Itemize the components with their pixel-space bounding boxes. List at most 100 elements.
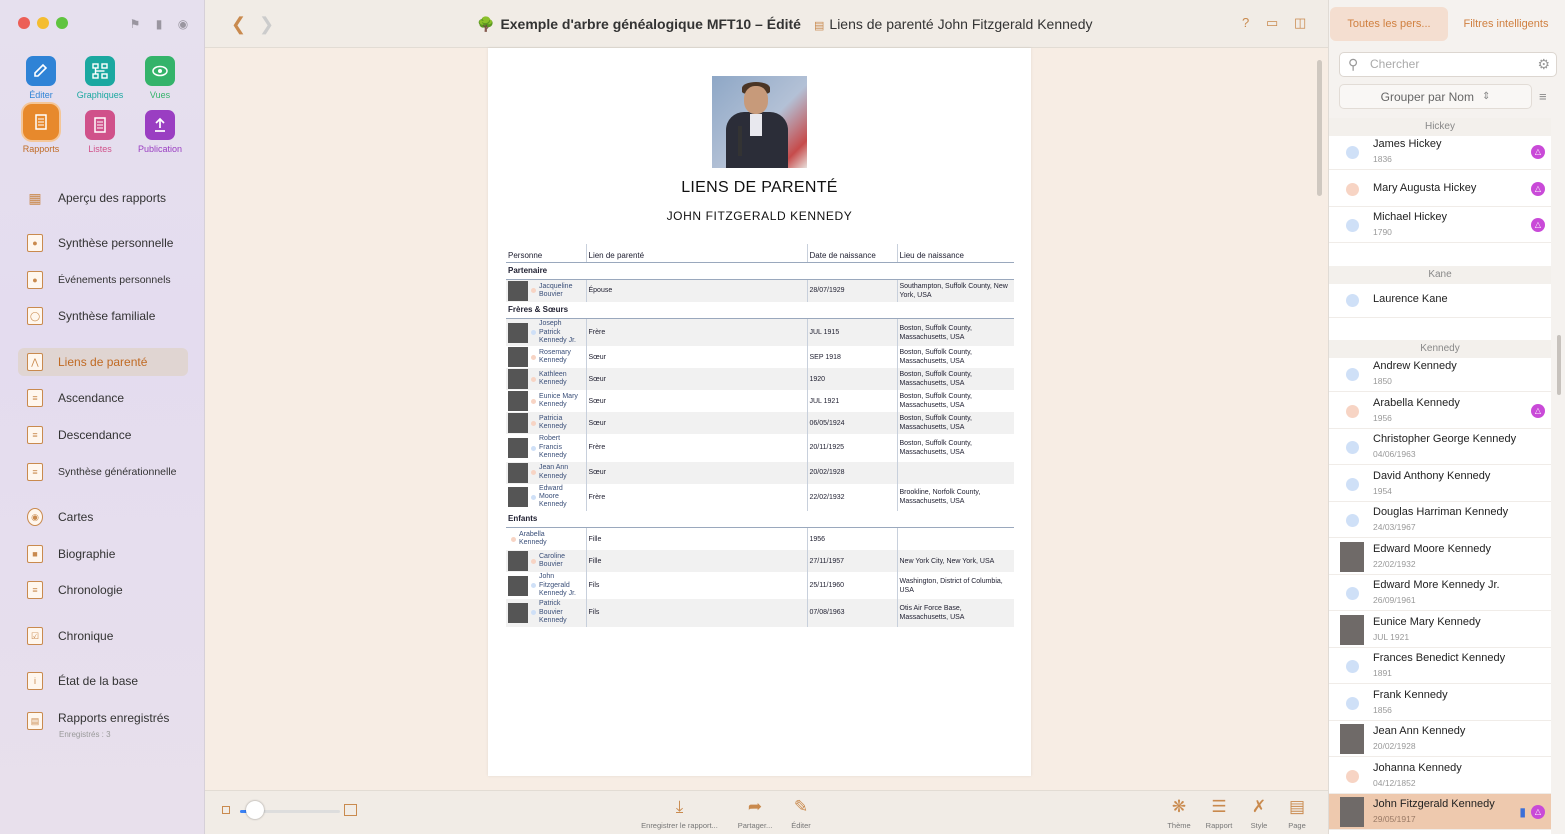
person-cell[interactable]: Kathleen Kennedy — [506, 368, 587, 391]
style-button[interactable]: ✗ Style — [1244, 796, 1274, 830]
sidebar-item-maps[interactable]: ◉ Cartes — [18, 503, 188, 531]
share-button[interactable]: ➦ Partager... — [733, 796, 777, 830]
person-list-item[interactable]: Johanna Kennedy 04/12/1852 — [1329, 758, 1551, 794]
person-list-item[interactable]: Michael Hickey 1790 △ — [1329, 207, 1551, 243]
table-row[interactable]: John Fitzgerald Kennedy Jr. Fils 25/11/196… — [506, 572, 1014, 600]
gear-icon[interactable]: ⚙ — [1537, 56, 1550, 73]
edit-button[interactable]: ✎ Éditer — [785, 796, 817, 830]
tool-reports-button[interactable]: Rapports — [12, 104, 70, 154]
sidebar-item-person-summary[interactable]: ● Synthèse personnelle — [18, 229, 188, 257]
sidebar-item-reports-overview[interactable]: ▦ Aperçu des rapports — [18, 184, 188, 212]
person-cell[interactable]: Edward Moore Kennedy — [506, 483, 587, 511]
table-row[interactable]: Rosemary Kennedy Sœur SEP 1918 Boston, Suff… — [506, 346, 1014, 369]
person-name[interactable]: Jean Ann Kennedy — [539, 464, 581, 481]
person-name[interactable]: John Fitzgerald Kennedy Jr. — [539, 573, 581, 598]
search-input[interactable] — [1370, 57, 1530, 71]
page-settings-button[interactable]: ▤ Page — [1282, 796, 1312, 830]
canvas-scrollbar[interactable] — [1317, 60, 1322, 196]
person-list-item[interactable]: Edward More Kennedy Jr. 26/09/1961 — [1329, 575, 1551, 611]
help-icon[interactable]: ? — [1242, 15, 1249, 30]
table-row[interactable]: Joseph Patrick Kennedy Jr. Frère JUL 1915 B… — [506, 318, 1014, 347]
sidebar-item-ancestors[interactable]: ≡ Ascendance — [18, 384, 188, 412]
table-row[interactable]: Kathleen Kennedy Sœur 1920 Boston, Suffolk … — [506, 368, 1014, 391]
person-list-item[interactable]: Arabella Kennedy 1956 △ — [1329, 393, 1551, 429]
person-list-item[interactable]: Christopher George Kennedy 04/06/1963 — [1329, 429, 1551, 465]
tool-charts-button[interactable]: Graphiques — [71, 56, 129, 100]
table-row[interactable]: Arabella Kennedy Fille 1956 — [506, 527, 1014, 551]
search-field[interactable]: ⚲ ⚙ — [1339, 52, 1557, 77]
person-name[interactable]: Eunice Mary Kennedy — [539, 393, 581, 410]
group-by-select[interactable]: Grouper par Nom ⇕ — [1339, 84, 1532, 109]
sidebar-item-descendants[interactable]: ≡ Descendance — [18, 421, 188, 449]
tool-views-button[interactable]: Vues — [131, 56, 189, 100]
person-cell[interactable]: Arabella Kennedy — [506, 527, 587, 551]
chevron-right-icon[interactable]: ❯ — [259, 14, 274, 35]
persons-list-scrollbar[interactable] — [1557, 335, 1561, 395]
table-row[interactable]: Jean Ann Kennedy Sœur 20/02/1928 — [506, 461, 1014, 484]
zoom-window-button[interactable] — [56, 17, 68, 29]
person-name[interactable]: Patricia Kennedy — [539, 415, 581, 432]
sidebar-item-timeline[interactable]: ≡ Chronologie — [18, 576, 188, 604]
person-name[interactable]: Arabella Kennedy — [519, 531, 561, 548]
tool-lists-button[interactable]: Listes — [71, 110, 129, 154]
person-name[interactable]: Caroline Bouvier — [539, 553, 581, 570]
table-row[interactable]: Patrick Bouvier Kennedy Fils 07/08/1963 Oti… — [506, 599, 1014, 627]
person-cell[interactable]: John Fitzgerald Kennedy Jr. — [506, 572, 587, 600]
zoom-in-icon[interactable] — [344, 804, 357, 816]
report-settings-button[interactable]: ☰ Rapport — [1202, 796, 1236, 830]
person-list-item[interactable]: Eunice Mary Kennedy JUL 1921 — [1329, 612, 1551, 648]
theme-button[interactable]: ❋ Thème — [1163, 796, 1195, 830]
sidebar-item-biography[interactable]: ■ Biographie — [18, 540, 188, 568]
close-window-button[interactable] — [18, 17, 30, 29]
sidebar-toggle-icon[interactable]: ◫ — [1294, 15, 1306, 31]
table-row[interactable]: Caroline Bouvier Fille 27/11/1957 New York … — [506, 550, 1014, 573]
sort-icon[interactable]: ≡ — [1539, 89, 1547, 104]
tool-edit-button[interactable]: Éditer — [12, 56, 70, 100]
tag-icon[interactable]: ⚑ — [128, 17, 142, 31]
person-list-item[interactable]: David Anthony Kennedy 1954 — [1329, 466, 1551, 502]
sidebar-item-person-events[interactable]: ● Événements personnels — [18, 266, 188, 294]
person-name[interactable]: Rosemary Kennedy — [539, 349, 581, 366]
person-list-item[interactable]: Mary Augusta Hickey △ — [1329, 171, 1551, 207]
person-list-item[interactable]: Edward Moore Kennedy 22/02/1932 — [1329, 539, 1551, 575]
person-cell[interactable]: Rosemary Kennedy — [506, 346, 587, 369]
chevron-left-icon[interactable]: ❮ — [231, 14, 246, 35]
person-cell[interactable]: Eunice Mary Kennedy — [506, 390, 587, 413]
sidebar-item-generations[interactable]: ≡ Synthèse générationnelle — [18, 458, 188, 486]
person-cell[interactable]: Patricia Kennedy — [506, 412, 587, 435]
person-name[interactable]: Joseph Patrick Kennedy Jr. — [539, 320, 581, 345]
person-list-item[interactable]: Frank Kennedy 1856 — [1329, 685, 1551, 721]
zoom-slider-thumb[interactable] — [246, 801, 264, 819]
person-list-item[interactable]: Frances Benedict Kennedy 1891 — [1329, 648, 1551, 684]
tool-publish-button[interactable]: Publication — [131, 110, 189, 154]
person-name[interactable]: Edward Moore Kennedy — [539, 485, 581, 510]
tab-smart-filters[interactable]: Filtres intelligents — [1450, 7, 1562, 41]
sidebar-item-chronicle[interactable]: ☑ Chronique — [18, 622, 188, 650]
web-search-icon[interactable]: ◉ — [176, 17, 190, 31]
zoom-out-icon[interactable] — [222, 806, 230, 814]
person-cell[interactable]: Jean Ann Kennedy — [506, 461, 587, 484]
table-row[interactable]: Robert Francis Kennedy Frère 20/11/1925 Bos… — [506, 434, 1014, 462]
table-row[interactable]: Eunice Mary Kennedy Sœur JUL 1921 Boston, S… — [506, 390, 1014, 413]
person-cell[interactable]: Patrick Bouvier Kennedy — [506, 599, 587, 627]
person-cell[interactable]: Caroline Bouvier — [506, 550, 587, 573]
person-list-item[interactable]: John Fitzgerald Kennedy 29/05/1917 ▮ △ — [1329, 794, 1551, 830]
person-list-item[interactable]: Douglas Harriman Kennedy 24/03/1967 — [1329, 502, 1551, 538]
person-list-item[interactable]: Laurence Kane — [1329, 282, 1551, 318]
table-row[interactable]: Edward Moore Kennedy Frère 22/02/1932 Brook… — [506, 483, 1014, 511]
person-name[interactable]: Kathleen Kennedy — [539, 371, 581, 388]
person-name[interactable]: Robert Francis Kennedy — [539, 435, 581, 460]
person-list-item[interactable]: James Hickey 1836 △ — [1329, 134, 1551, 170]
sidebar-item-database-status[interactable]: i État de la base — [18, 667, 188, 695]
window-icon[interactable]: ▭ — [1266, 15, 1278, 31]
person-list-item[interactable]: Jean Ann Kennedy 20/02/1928 — [1329, 721, 1551, 757]
bookmark-icon[interactable]: ▮ — [152, 17, 166, 31]
sidebar-item-relationship[interactable]: ⋀ Liens de parenté — [18, 348, 188, 376]
person-list-item[interactable]: Andrew Kennedy 1850 — [1329, 356, 1551, 392]
table-row[interactable]: Jacqueline Bouvier Épouse 28/07/1929 Southa… — [506, 279, 1014, 302]
person-name[interactable]: Jacqueline Bouvier — [539, 283, 581, 300]
tab-all-persons[interactable]: Toutes les pers... — [1330, 7, 1448, 41]
person-cell[interactable]: Robert Francis Kennedy — [506, 434, 587, 462]
sidebar-item-family-summary[interactable]: ◯ Synthèse familiale — [18, 302, 188, 330]
person-cell[interactable]: Jacqueline Bouvier — [506, 279, 587, 302]
